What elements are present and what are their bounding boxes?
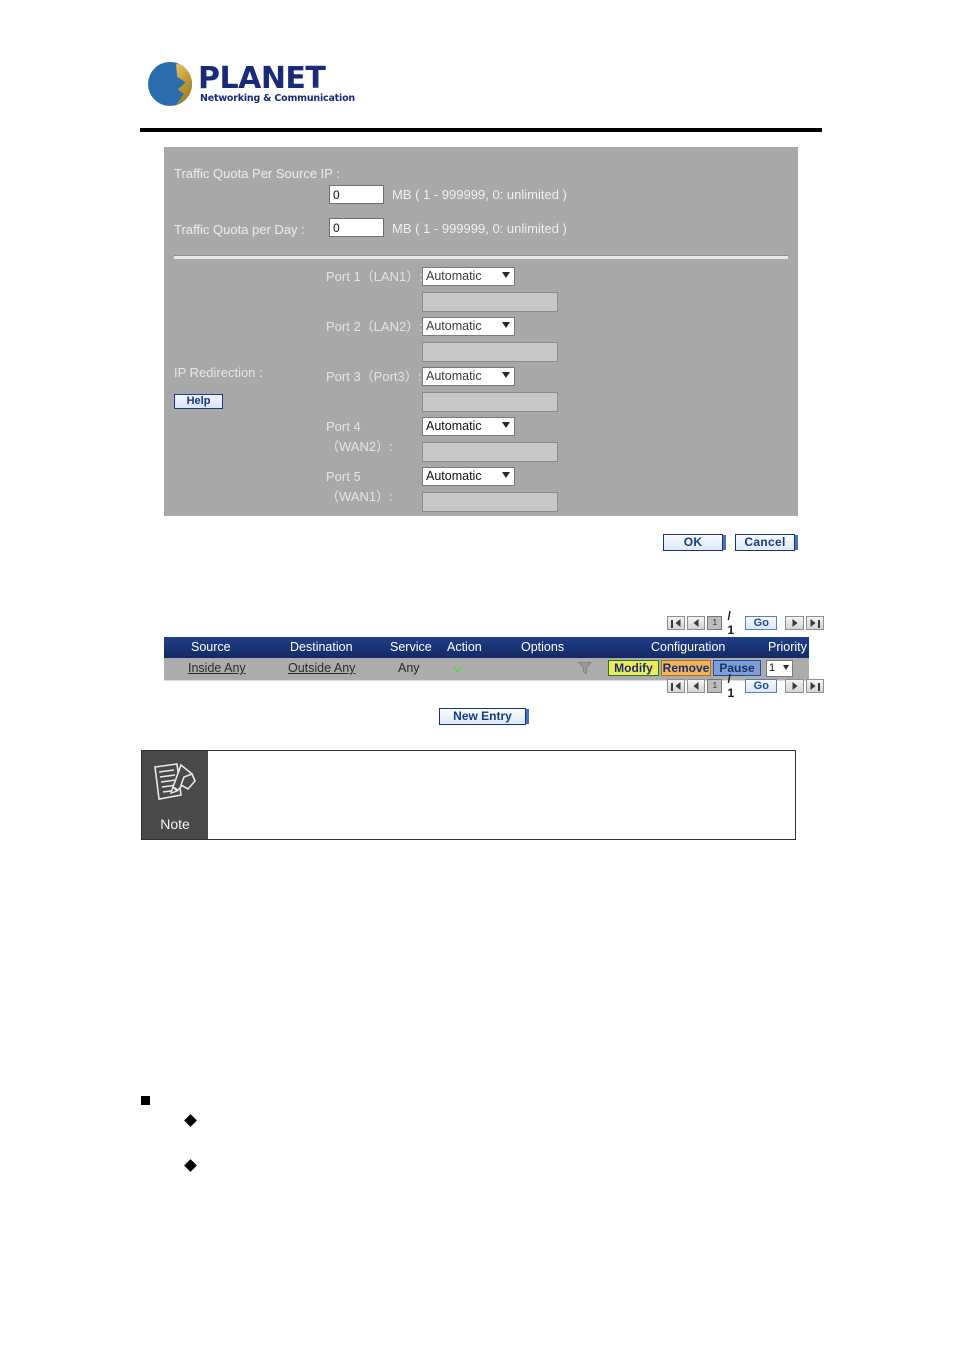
go-button[interactable]: Go: [745, 679, 778, 693]
port-5-mode-select[interactable]: Automatic: [422, 467, 515, 486]
chevron-down-icon: [502, 272, 510, 278]
page-total-label: / 1: [727, 672, 735, 700]
ip-redirection-label: IP Redirection :: [174, 365, 263, 380]
new-entry-area: New Entry: [439, 708, 539, 726]
modify-button[interactable]: Modify: [608, 660, 659, 676]
traffic-quota-per-day-row: Traffic Quota per Day : 0 MB ( 1 - 99999…: [164, 215, 798, 255]
cell-destination[interactable]: Outside Any: [288, 660, 355, 677]
table-header-row: Source Destination Service Action Option…: [164, 637, 809, 658]
panel-divider: [174, 255, 788, 259]
page-number-input[interactable]: 1: [707, 679, 723, 693]
note-pencil-document-icon: [154, 763, 196, 800]
pager-bottom: 1 / 1 Go: [667, 672, 824, 700]
port-1-mode-select[interactable]: Automatic: [422, 267, 515, 286]
next-page-icon[interactable]: [785, 616, 804, 630]
traffic-quota-per-source-ip-row: Traffic Quota Per Source IP : 0 MB ( 1 -…: [164, 165, 798, 205]
brand-wordmark: PLANET: [198, 61, 326, 96]
chevron-down-icon: [502, 322, 510, 328]
port-3-address-input[interactable]: [422, 392, 558, 412]
first-page-icon[interactable]: [667, 616, 686, 630]
column-header-options: Options: [521, 640, 565, 654]
column-header-destination: Destination: [290, 640, 353, 654]
note-icon-cell: Note: [142, 751, 208, 839]
column-header-configuration: Configuration: [651, 640, 726, 654]
traffic-quota-per-source-ip-hint: MB ( 1 - 999999, 0: unlimited ): [392, 187, 567, 202]
form-action-buttons: OK Cancel: [663, 534, 803, 553]
previous-page-icon[interactable]: [687, 679, 706, 693]
planet-globe-icon: [148, 62, 192, 106]
page-total-label: / 1: [727, 609, 735, 637]
ok-button[interactable]: OK: [663, 534, 726, 551]
cell-source[interactable]: Inside Any: [188, 660, 246, 677]
green-check-icon: [453, 662, 467, 673]
previous-page-icon[interactable]: [687, 616, 706, 630]
bullet-marker-diamond-1: [184, 1114, 197, 1127]
header-divider: [140, 128, 822, 132]
last-page-icon[interactable]: [805, 679, 824, 693]
bullet-marker-square: [141, 1096, 150, 1105]
remove-button[interactable]: Remove: [661, 660, 711, 676]
chevron-down-icon: [502, 372, 510, 378]
port-3-label: Port 3（Port3）:: [326, 369, 422, 384]
priority-select[interactable]: 1: [766, 660, 793, 677]
column-header-source: Source: [191, 640, 231, 654]
note-box: Note: [141, 750, 796, 840]
page-number-input[interactable]: 1: [707, 616, 723, 630]
port-4-address-input[interactable]: [422, 442, 558, 462]
priority-value: 1: [769, 662, 776, 674]
port-4-mode-value: Automatic: [426, 419, 482, 433]
new-entry-button[interactable]: New Entry: [439, 708, 529, 725]
brand-logo: PLANET Networking & Communication: [148, 58, 468, 114]
first-page-icon[interactable]: [667, 679, 686, 693]
port-4-mode-select[interactable]: Automatic: [422, 417, 515, 436]
traffic-quota-per-day-input[interactable]: 0: [329, 218, 384, 237]
next-page-icon[interactable]: [785, 679, 804, 693]
port-5-address-input[interactable]: [422, 492, 558, 512]
chevron-down-icon: [502, 472, 510, 478]
traffic-quota-per-day-hint: MB ( 1 - 999999, 0: unlimited ): [392, 221, 567, 236]
port-1-mode-value: Automatic: [426, 269, 482, 283]
note-body-text: [208, 751, 795, 839]
chevron-down-icon: [783, 665, 789, 670]
port-1-label: Port 1（LAN1）:: [326, 269, 423, 284]
port-2-label: Port 2（LAN2）:: [326, 319, 423, 334]
port-3-mode-select[interactable]: Automatic: [422, 367, 515, 386]
port-3-mode-value: Automatic: [426, 369, 482, 383]
pager-top: 1 / 1 Go: [667, 609, 824, 637]
traffic-quota-per-source-ip-label: Traffic Quota Per Source IP :: [174, 166, 340, 181]
port-5-label: Port 5（WAN1）:: [326, 469, 393, 504]
filter-funnel-icon[interactable]: [578, 661, 592, 675]
chevron-down-icon: [502, 422, 510, 428]
port-4-label: Port 4（WAN2）:: [326, 419, 393, 454]
help-button[interactable]: Help: [174, 394, 223, 409]
last-page-icon[interactable]: [805, 616, 824, 630]
bullet-marker-diamond-2: [184, 1159, 197, 1172]
settings-panel: Traffic Quota Per Source IP : 0 MB ( 1 -…: [164, 147, 798, 516]
port-2-mode-value: Automatic: [426, 319, 482, 333]
port-2-mode-select[interactable]: Automatic: [422, 317, 515, 336]
column-header-service: Service: [390, 640, 432, 654]
port-2-address-input[interactable]: [422, 342, 558, 362]
column-header-priority: Priority: [768, 640, 807, 654]
port-5-mode-value: Automatic: [426, 469, 482, 483]
cancel-button[interactable]: Cancel: [735, 534, 798, 551]
go-button[interactable]: Go: [745, 616, 778, 630]
column-header-action: Action: [447, 640, 482, 654]
port-1-address-input[interactable]: [422, 292, 558, 312]
traffic-quota-per-source-ip-input[interactable]: 0: [329, 185, 384, 204]
cell-service: Any: [398, 661, 420, 675]
note-label: Note: [160, 816, 190, 832]
brand-tagline: Networking & Communication: [200, 93, 355, 104]
traffic-quota-per-day-label: Traffic Quota per Day :: [174, 222, 305, 237]
